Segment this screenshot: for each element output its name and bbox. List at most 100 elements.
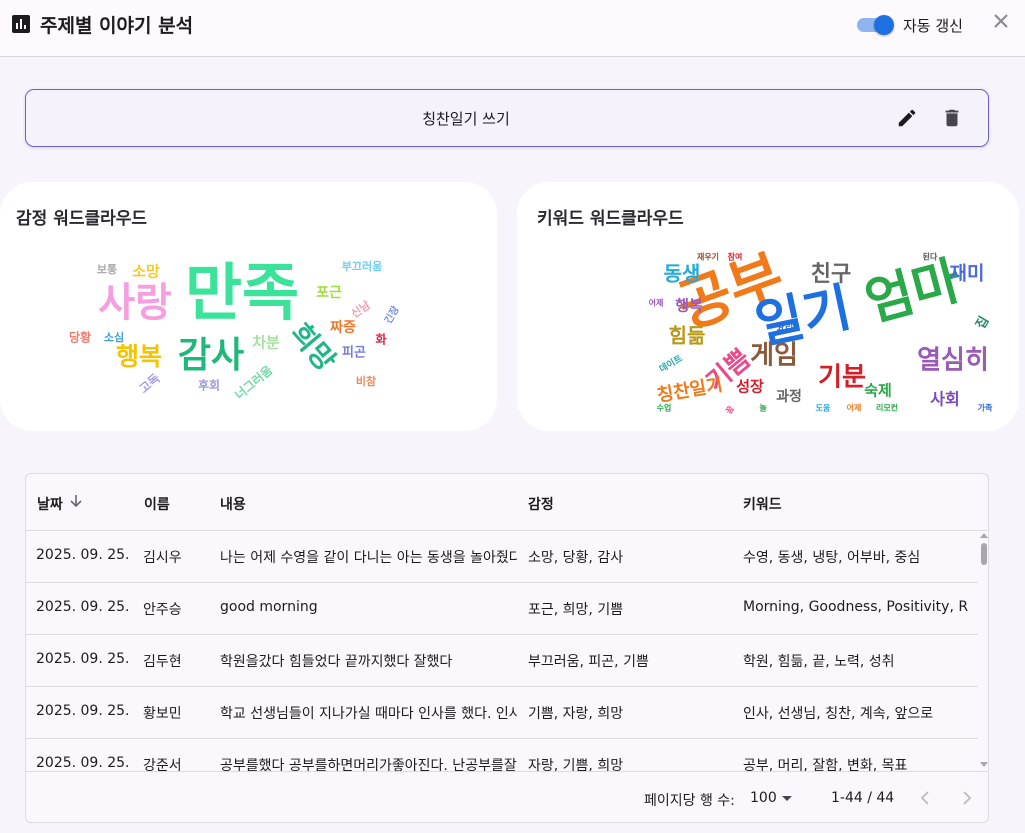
column-header-emotion[interactable]: 감정 xyxy=(528,494,554,514)
cell-keyword: Morning, Goodness, Positivity, R… xyxy=(743,599,968,615)
table-row[interactable]: 2025. 09. 25. 안주승 good morning 포근, 희망, 기… xyxy=(26,583,978,635)
table-header: 날짜 이름 내용 감정 키워드 xyxy=(26,474,988,531)
dialog-title: 주제별 이야기 분석 xyxy=(40,15,194,37)
pagination-range: 1-44 / 44 xyxy=(831,790,895,806)
wordcloud-word: 친구 xyxy=(811,262,851,287)
close-icon[interactable] xyxy=(990,10,1012,32)
cell-name: 강준서 xyxy=(143,758,182,771)
wordcloud-word: 열심히 xyxy=(917,346,989,376)
wordcloud-word: 게임 xyxy=(750,341,798,371)
wordcloud-word: 화 xyxy=(375,332,386,347)
auto-refresh-label: 자동 갱신 xyxy=(903,17,963,35)
wordcloud-word: 참여 xyxy=(728,252,743,262)
column-header-name[interactable]: 이름 xyxy=(144,494,170,514)
table-body: 2025. 09. 25. 김시우 나는 어제 수영을 같이 다니는 아는 동생… xyxy=(26,531,978,771)
wordcloud-word: 요리 xyxy=(777,322,794,334)
wordcloud-word: 집 xyxy=(974,314,993,332)
wordcloud-word: 가족 xyxy=(978,403,993,413)
cell-content: 공부를했다 공부를하면머리가좋아진다. 난공부를잘 xyxy=(220,758,517,771)
table-scrollbar[interactable] xyxy=(978,531,988,771)
table-row[interactable]: 2025. 09. 25. 황보민 학교 선생님들이 지나가실 때마다 인사를 … xyxy=(26,687,978,739)
wordcloud-word: 행복 xyxy=(675,297,703,315)
dropdown-caret-icon[interactable] xyxy=(782,796,792,801)
wordcloud-word: 감사 xyxy=(178,335,244,376)
cell-keyword: 공부, 머리, 잘함, 변화, 목표 xyxy=(743,758,908,771)
dialog-header: 주제별 이야기 분석 자동 갱신 xyxy=(0,0,1025,57)
column-header-date[interactable]: 날짜 xyxy=(37,494,63,514)
chevron-left-icon[interactable] xyxy=(915,787,937,809)
wordcloud-word: 데이트 xyxy=(657,352,685,375)
wordcloud-word: 어제 xyxy=(649,298,664,308)
scroll-up-icon[interactable] xyxy=(980,533,988,538)
keyword-wordcloud-card: 공부 일기 엄마 동생 친구 재미 게임 기분 열심히 힘듦 기쁨 행복 칭찬일기 성장 숙제 사회 과정 집 재우… xyxy=(517,182,1019,431)
column-header-content[interactable]: 내용 xyxy=(220,494,246,514)
wordcloud-word: 성장 xyxy=(736,378,764,396)
wordcloud-word: 포근 xyxy=(316,285,342,301)
cell-date: 2025. 09. 25. xyxy=(36,703,130,719)
table-row[interactable]: 2025. 09. 25. 김시우 나는 어제 수영을 같이 다니는 아는 동생… xyxy=(26,531,978,583)
cell-emotion: 기쁨, 자랑, 희망 xyxy=(528,706,624,722)
wordcloud-word: 보통 xyxy=(97,263,117,276)
wordcloud-word: 숙제 xyxy=(864,382,892,400)
cell-content: good morning xyxy=(220,599,318,615)
auto-refresh-toggle[interactable] xyxy=(857,15,895,35)
wordcloud-word: 힘듦 xyxy=(669,324,706,348)
wordcloud-word: 긴장 xyxy=(381,303,402,326)
cell-date: 2025. 09. 25. xyxy=(36,755,130,771)
cell-keyword: 인사, 선생님, 칭찬, 계속, 앞으로 xyxy=(743,706,934,722)
wordcloud-word: 동생 xyxy=(664,262,701,286)
wordcloud-word: 수업 xyxy=(657,403,672,413)
emotion-wordcloud-title: 감정 워드클라우드 xyxy=(16,209,148,229)
cell-emotion: 부끄러움, 피곤, 기쁨 xyxy=(528,654,649,670)
cell-date: 2025. 09. 25. xyxy=(36,547,130,563)
topic-card: 칭찬일기 쓰기 xyxy=(25,89,989,147)
wordcloud-word: 차분 xyxy=(252,334,280,352)
wordcloud-word: 놀 xyxy=(759,403,767,413)
topic-text: 칭찬일기 쓰기 xyxy=(422,110,510,128)
wordcloud-word: 소심 xyxy=(104,330,124,344)
edit-icon[interactable] xyxy=(896,107,918,129)
cell-emotion: 자랑, 기쁨, 희망 xyxy=(528,758,624,771)
wordcloud-word: 칭찬일기 xyxy=(655,374,724,406)
cell-content: 학원을갔다 힘들었다 끝까지했다 잘했다 xyxy=(220,654,453,670)
wordcloud-word: 재우기 xyxy=(697,252,719,262)
chevron-right-icon[interactable] xyxy=(955,787,977,809)
cell-emotion: 소망, 당황, 감사 xyxy=(528,550,624,566)
cell-keyword: 수영, 동생, 냉탕, 어부바, 중심 xyxy=(743,550,921,566)
wordcloud-word: 후회 xyxy=(198,378,220,393)
sort-descending-icon[interactable] xyxy=(68,493,84,509)
cell-content: 나는 어제 수영을 같이 다니는 아는 동생을 놀아줬다 xyxy=(220,550,518,566)
wordcloud-word: 행복 xyxy=(116,342,162,371)
stories-table: 날짜 이름 내용 감정 키워드 2025. 09. 25. 김시우 나는 어제 … xyxy=(25,473,989,823)
table-row[interactable]: 2025. 09. 25. 강준서 공부를했다 공부를하면머리가좋아진다. 난공… xyxy=(26,739,978,771)
cell-name: 안주승 xyxy=(143,602,182,618)
wordcloud-word: 과정 xyxy=(776,388,802,405)
wordcloud-word: 꿈 xyxy=(724,404,736,415)
wordcloud-word: 어제 xyxy=(847,403,862,413)
table-pagination: 페이지당 행 수: 100 1-44 / 44 xyxy=(26,771,988,822)
wordcloud-word: 비참 xyxy=(356,374,376,388)
delete-icon[interactable] xyxy=(941,107,963,129)
bar-chart-icon xyxy=(12,15,30,33)
wordcloud-word: 도움 xyxy=(816,403,831,413)
wordcloud-word: 당황 xyxy=(69,330,91,345)
cell-name: 김두현 xyxy=(143,654,182,670)
column-header-keyword[interactable]: 키워드 xyxy=(743,494,782,514)
scroll-down-icon[interactable] xyxy=(980,762,988,767)
cell-date: 2025. 09. 25. xyxy=(36,651,130,667)
cell-name: 황보민 xyxy=(143,706,182,722)
cell-content: 학교 선생님들이 지나가실 때마다 인사를 했다. 인사 xyxy=(220,706,518,722)
wordcloud-word: 부끄러움 xyxy=(342,259,382,273)
wordcloud-word: 재미 xyxy=(950,263,985,285)
wordcloud-word: 된다 xyxy=(923,252,938,262)
table-row[interactable]: 2025. 09. 25. 김두현 학원을갔다 힘들었다 끝까지했다 잘했다 부… xyxy=(26,635,978,687)
rows-per-page-label: 페이지당 행 수: xyxy=(644,793,735,809)
scrollbar-thumb[interactable] xyxy=(981,543,987,565)
toggle-thumb xyxy=(874,15,894,35)
cell-date: 2025. 09. 25. xyxy=(36,599,130,615)
wordcloud-word: 신남 xyxy=(348,298,373,321)
wordcloud-word: 사회 xyxy=(930,390,959,409)
wordcloud-word: 기분 xyxy=(818,363,866,393)
rows-per-page-select[interactable]: 100 xyxy=(750,790,777,806)
wordcloud-word: 만족 xyxy=(185,256,299,329)
